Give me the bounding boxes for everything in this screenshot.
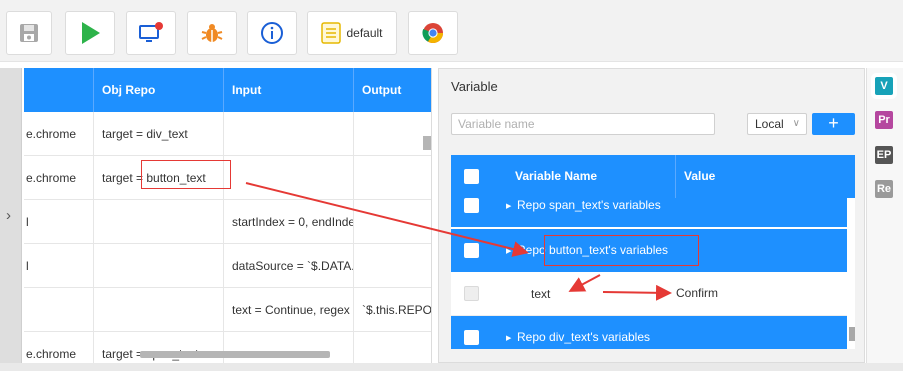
vertical-scrollbar[interactable] <box>423 136 431 150</box>
confirm-annotation-label: Confirm <box>676 286 719 300</box>
table-row[interactable]: e.chrome target = span_text <box>24 332 431 363</box>
play-icon <box>79 21 101 45</box>
input-cell[interactable]: dataSource = `$.DATA.C <box>224 244 354 288</box>
column-header-value: Value <box>675 155 715 198</box>
document-icon <box>321 22 342 44</box>
obj-repo-cell[interactable]: target = span_text <box>94 332 224 363</box>
output-cell[interactable] <box>354 156 431 200</box>
tab-repo[interactable]: Re <box>875 180 893 198</box>
chevron-right-icon: › <box>6 207 11 224</box>
add-variable-button[interactable]: + <box>812 113 855 135</box>
tab-label: Re <box>876 183 892 195</box>
group-label: Repo span_text's variables <box>517 198 661 212</box>
expand-triangle-icon[interactable]: ▶ <box>506 202 511 210</box>
variable-group-row[interactable]: ▶ Repo span_text's variables <box>451 198 847 227</box>
obj-repo-cell[interactable] <box>94 200 224 244</box>
info-button[interactable] <box>247 11 297 55</box>
chevron-down-icon: ∨ <box>792 118 800 129</box>
input-cell[interactable] <box>224 332 354 363</box>
column-header-variable-name: Variable Name <box>515 169 598 183</box>
save-button[interactable] <box>6 11 52 55</box>
tab-label: Pr <box>878 114 890 126</box>
table-row[interactable]: l dataSource = `$.DATA.C <box>24 244 431 288</box>
obj-repo-cell[interactable] <box>94 288 224 332</box>
keyword-cell: l <box>24 244 94 288</box>
scope-select[interactable]: Local ∨ <box>747 113 807 135</box>
column-header-obj-repo[interactable]: Obj Repo <box>94 68 224 112</box>
status-bar <box>0 363 903 371</box>
select-all-checkbox[interactable] <box>464 169 479 184</box>
horizontal-scrollbar[interactable] <box>140 351 330 358</box>
annotation-box-obj-repo <box>141 160 231 189</box>
scope-value: Local <box>755 117 784 131</box>
toolbar: default <box>0 0 903 62</box>
info-icon <box>260 21 284 45</box>
input-cell[interactable]: startIndex = 0, endInde <box>224 200 354 244</box>
tab-label: V <box>880 80 888 92</box>
chrome-button[interactable] <box>408 11 458 55</box>
expand-triangle-icon[interactable]: ▶ <box>506 247 511 255</box>
environment-label: default <box>346 26 383 40</box>
variable-table-body: ▶ Repo span_text's variables ▶ Repo butt… <box>451 198 855 349</box>
monitor-record-icon <box>138 21 164 45</box>
keyword-cell: l <box>24 200 94 244</box>
side-tab-bar: V Pr EP Re <box>866 68 903 363</box>
obj-repo-cell[interactable] <box>94 244 224 288</box>
table-row[interactable]: l startIndex = 0, endInde <box>24 200 431 244</box>
bug-icon <box>200 21 224 45</box>
output-cell[interactable] <box>354 112 431 156</box>
output-cell[interactable]: `$.this.REPO <box>354 288 431 332</box>
obj-repo-cell[interactable]: target = div_text <box>94 112 224 156</box>
run-button[interactable] <box>65 11 115 55</box>
expand-triangle-icon[interactable]: ▶ <box>506 334 511 342</box>
variable-table-header: Variable Name Value <box>451 155 855 198</box>
output-cell[interactable] <box>354 332 431 363</box>
steps-table: Obj Repo Input Output e.chrome target = … <box>24 68 432 363</box>
variable-row[interactable]: text <box>451 272 847 316</box>
chrome-icon <box>421 21 445 45</box>
group-checkbox[interactable] <box>464 330 479 345</box>
tab-label: EP <box>876 149 892 161</box>
group-label: Repo div_text's variables <box>517 330 651 344</box>
input-cell[interactable]: text = Continue, regex <box>224 288 354 332</box>
input-cell[interactable] <box>224 156 354 200</box>
table-row[interactable]: e.chrome target = div_text <box>24 112 431 156</box>
keyword-cell: e.chrome <box>24 156 94 200</box>
tab-ep[interactable]: EP <box>875 146 893 164</box>
variable-panel: Variable Local ∨ + Variable Name Value ▶… <box>438 68 865 363</box>
group-checkbox[interactable] <box>464 198 479 213</box>
keyword-cell <box>24 288 94 332</box>
keyword-cell: e.chrome <box>24 112 94 156</box>
input-cell[interactable] <box>224 112 354 156</box>
output-cell[interactable] <box>354 200 431 244</box>
variable-scrollbar[interactable] <box>849 327 855 341</box>
variable-search-input[interactable] <box>451 113 715 135</box>
left-panel-toggle[interactable]: › <box>0 68 22 363</box>
environment-default-button[interactable]: default <box>307 11 397 55</box>
tab-variable[interactable]: V <box>875 77 893 95</box>
column-header-keyword[interactable] <box>24 68 94 112</box>
debug-button[interactable] <box>187 11 237 55</box>
variable-name: text <box>531 287 551 301</box>
obj-repo-prefix: target = <box>102 171 147 185</box>
group-checkbox[interactable] <box>464 243 479 258</box>
panel-title: Variable <box>451 79 498 94</box>
record-button[interactable] <box>126 11 176 55</box>
variable-group-row[interactable]: ▶ Repo div_text's variables <box>451 316 847 349</box>
variable-checkbox[interactable] <box>464 286 479 301</box>
column-header-input[interactable]: Input <box>224 68 354 112</box>
column-header-output[interactable]: Output <box>354 68 431 112</box>
output-cell[interactable] <box>354 244 431 288</box>
table-row[interactable]: text = Continue, regex `$.this.REPO <box>24 288 431 332</box>
tab-properties[interactable]: Pr <box>875 111 893 129</box>
annotation-box-variable-group <box>544 235 699 266</box>
save-icon <box>18 22 40 44</box>
keyword-cell: e.chrome <box>24 332 94 363</box>
steps-table-header: Obj Repo Input Output <box>24 68 431 112</box>
